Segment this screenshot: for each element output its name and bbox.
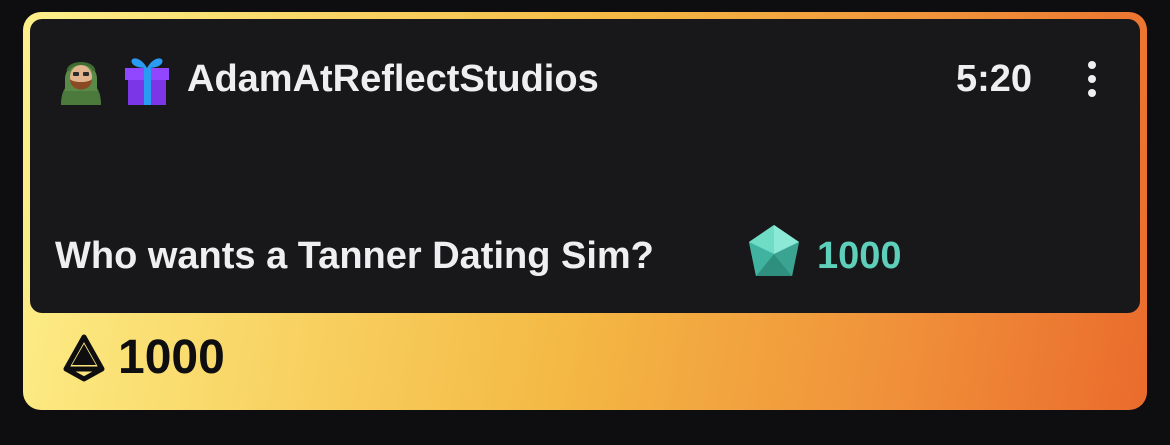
more-options-icon[interactable] [1078, 57, 1106, 101]
channel-points-value: 1000 [118, 331, 225, 384]
gem-amount: 1000 [817, 235, 902, 277]
gem-icon [749, 225, 799, 276]
username[interactable]: AdamAtReflectStudios [187, 55, 599, 103]
gift-icon[interactable] [123, 51, 171, 107]
timestamp: 5:20 [956, 58, 1033, 100]
channel-points-icon [63, 334, 105, 382]
avatar-icon[interactable] [55, 51, 107, 107]
message-text: Who wants a Tanner Dating Sim? [55, 235, 654, 277]
highlighted-message-card: AdamAtReflectStudios 5:20 Who wants a Ta… [23, 12, 1147, 410]
message-body: AdamAtReflectStudios 5:20 Who wants a Ta… [30, 19, 1140, 313]
